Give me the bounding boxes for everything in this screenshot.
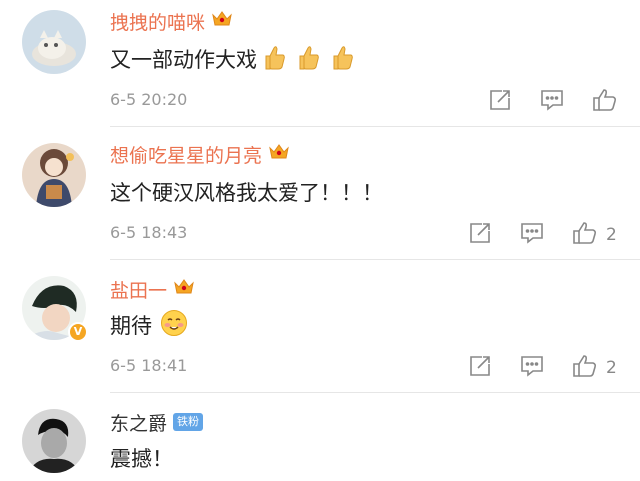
- timestamp: 6-5 20:20: [110, 90, 188, 109]
- timestamp: 6-5 18:43: [110, 223, 188, 242]
- timestamp: 6-5 18:41: [110, 356, 188, 375]
- comment-icon[interactable]: [520, 221, 544, 249]
- repost-icon[interactable]: [488, 88, 512, 116]
- comment-text: 又一部动作大戏: [110, 48, 257, 72]
- comment-icon[interactable]: [520, 354, 544, 382]
- comment-text: 震撼！: [110, 447, 173, 471]
- vip-crown-icon: [211, 10, 233, 32]
- username[interactable]: 想偷吃星星的月亮: [110, 141, 262, 168]
- divider: [110, 126, 640, 127]
- username[interactable]: 盐田一: [110, 276, 167, 303]
- thumbs-up-emoji-icon: [299, 44, 321, 75]
- verified-v-icon: V: [68, 322, 88, 342]
- repost-icon[interactable]: [468, 221, 492, 249]
- blush-smile-emoji-icon: [160, 309, 188, 342]
- like-icon[interactable]: [592, 88, 618, 116]
- vip-crown-icon: [173, 278, 195, 300]
- fan-badge: 铁粉: [173, 413, 204, 431]
- like-count: 2: [606, 358, 617, 378]
- like-icon[interactable]: [572, 221, 598, 249]
- thumbs-up-emoji-icon: [333, 44, 355, 75]
- avatar[interactable]: [22, 10, 86, 74]
- divider: [110, 259, 640, 260]
- comment-text: 期待: [110, 314, 152, 338]
- vip-crown-icon: [268, 143, 290, 165]
- divider: [110, 392, 640, 393]
- comment-text: 这个硬汉风格我太爱了！！！: [110, 181, 383, 205]
- username[interactable]: 拽拽的喵咪: [110, 8, 205, 35]
- avatar[interactable]: [22, 409, 86, 473]
- avatar[interactable]: [22, 143, 86, 207]
- like-count: 2: [606, 225, 617, 245]
- username[interactable]: 东之爵: [110, 409, 167, 436]
- comment-icon[interactable]: [540, 88, 564, 116]
- like-icon[interactable]: [572, 354, 598, 382]
- repost-icon[interactable]: [468, 354, 492, 382]
- thumbs-up-emoji-icon: [265, 44, 287, 75]
